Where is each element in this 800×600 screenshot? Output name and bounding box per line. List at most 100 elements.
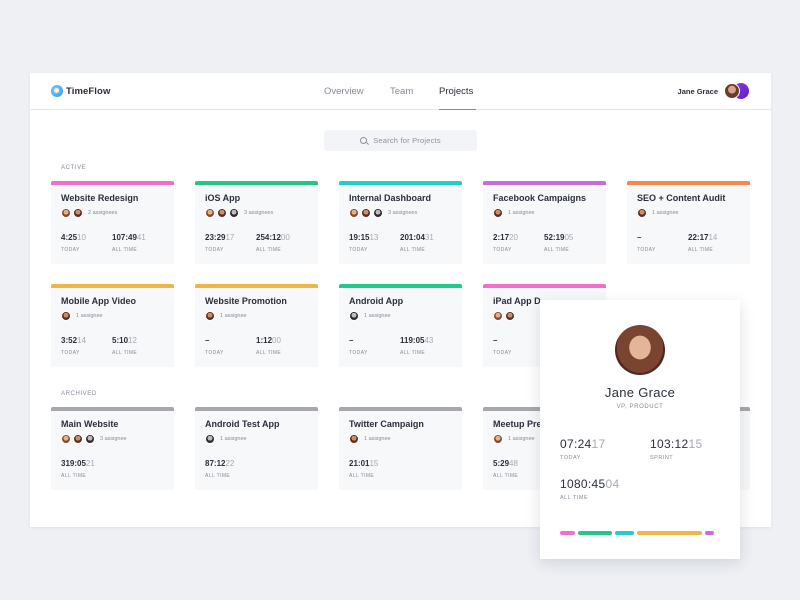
tab-projects[interactable]: Projects (439, 73, 476, 110)
all-time-value: 107:4941 (112, 233, 146, 242)
today-label: TODAY (205, 350, 224, 356)
today-stat: – TODAY (349, 336, 368, 356)
assignee-list: 1 assignee (349, 434, 391, 444)
tab-overview[interactable]: Overview (324, 73, 365, 110)
all-time-stat: 22:1714 ALL TIME (688, 233, 717, 253)
assignee-count: 1 assignee (220, 436, 247, 442)
project-title: Meetup Pre (493, 419, 542, 429)
all-time-stat: 5:1012 ALL TIME (112, 336, 137, 356)
project-color-bar (195, 181, 318, 185)
search-bar[interactable]: Search for Projects (324, 130, 477, 151)
assignee-avatar (85, 434, 95, 444)
project-title: Mobile App Video (61, 296, 137, 306)
assignee-avatar (637, 208, 647, 218)
top-header: TimeFlow Overview Team Projects Jane Gra… (30, 73, 771, 110)
assignee-avatar (349, 208, 359, 218)
assignee-avatar (217, 208, 227, 218)
all-time-label: ALL TIME (61, 473, 87, 479)
assignee-avatar (73, 208, 83, 218)
assignee-count: 1 assignee (508, 436, 535, 442)
profile-role: VP, PRODUCT (616, 404, 664, 410)
assignee-avatar (229, 208, 239, 218)
project-card[interactable]: Facebook Campaigns 1 assignee 2:1720 TOD… (483, 181, 606, 264)
user-avatar[interactable] (724, 83, 750, 100)
tab-team[interactable]: Team (390, 73, 414, 110)
today-value: – (637, 233, 642, 242)
archived-project-card[interactable]: Android Test App 1 assignee 87:1222 ALL … (195, 407, 318, 490)
all-time-label: ALL TIME (493, 473, 519, 479)
all-time-label: ALL TIME (112, 247, 138, 253)
breakdown-segment (615, 531, 634, 535)
project-color-bar (483, 284, 606, 288)
archived-project-card[interactable]: Main Website 3 assignee 319:0521 ALL TIM… (51, 407, 174, 490)
project-color-bar (483, 181, 606, 185)
today-label: TODAY (205, 247, 224, 253)
assignee-avatar (61, 311, 71, 321)
project-card[interactable]: Internal Dashboard 3 assignees 19:1513 T… (339, 181, 462, 264)
assignee-count: 1 assignee (508, 210, 535, 216)
project-card[interactable]: SEO + Content Audit 1 assignee – TODAY 2… (627, 181, 750, 264)
assignee-avatar (61, 434, 71, 444)
breakdown-segment (560, 531, 575, 535)
assignee-list: 3 assignees (205, 208, 273, 218)
assignee-count: 1 assignee (652, 210, 679, 216)
today-stat: 3:5214 TODAY (61, 336, 86, 356)
all-time-stat: 5:2948 ALL TIME (493, 459, 518, 479)
archived-project-card[interactable]: Twitter Campaign 1 assignee 21:0115 ALL … (339, 407, 462, 490)
section-label-archived: ARCHIVED (61, 391, 97, 397)
profile-stat-all-time: 1080:4504 ALL TIME (560, 477, 619, 501)
profile-all-time-label: ALL TIME (560, 495, 589, 501)
project-card[interactable]: Android App 1 assignee – TODAY 119:0543 … (339, 284, 462, 367)
project-card[interactable]: Mobile App Video 1 assignee 3:5214 TODAY… (51, 284, 174, 367)
search-input[interactable]: Search for Projects (373, 136, 441, 145)
project-card[interactable]: iOS App 3 assignees 23:2917 TODAY 254:12… (195, 181, 318, 264)
all-time-stat: 52:1905 ALL TIME (544, 233, 573, 253)
project-title: iPad App D (493, 296, 541, 306)
today-stat: 19:1513 TODAY (349, 233, 378, 253)
all-time-label: ALL TIME (205, 473, 231, 479)
assignee-avatar (361, 208, 371, 218)
section-label-active: ACTIVE (61, 165, 87, 171)
today-value: 4:2510 (61, 233, 86, 242)
today-label: TODAY (493, 247, 512, 253)
today-label: TODAY (637, 247, 656, 253)
assignee-avatar (205, 434, 215, 444)
assignee-list: 1 assignee (61, 311, 103, 321)
today-label: TODAY (61, 350, 80, 356)
all-time-stat: 201:0431 ALL TIME (400, 233, 434, 253)
all-time-stat: 254:1200 ALL TIME (256, 233, 290, 253)
assignee-avatar (373, 208, 383, 218)
user-menu[interactable]: Jane Grace (678, 83, 750, 100)
all-time-stat: 107:4941 ALL TIME (112, 233, 146, 253)
assignee-list: 3 assignee (61, 434, 127, 444)
all-time-label: ALL TIME (256, 247, 282, 253)
assignee-avatar (349, 434, 359, 444)
today-stat: – TODAY (637, 233, 656, 253)
all-time-value: 1:1200 (256, 336, 281, 345)
today-stat: – TODAY (205, 336, 224, 356)
profile-stat-sprint: 103:1215 SPRINT (650, 437, 702, 461)
today-value: 23:2917 (205, 233, 235, 242)
avatar (724, 83, 740, 99)
project-title: iOS App (205, 193, 241, 203)
project-title: SEO + Content Audit (637, 193, 726, 203)
profile-name: Jane Grace (604, 385, 676, 400)
project-color-bar (51, 284, 174, 288)
timeflow-logo-icon (51, 85, 63, 97)
all-time-label: ALL TIME (349, 473, 375, 479)
today-label: TODAY (349, 247, 368, 253)
today-value: 2:1720 (493, 233, 518, 242)
project-title: Facebook Campaigns (493, 193, 587, 203)
project-card[interactable]: Website Promotion 1 assignee – TODAY 1:1… (195, 284, 318, 367)
assignee-avatar (505, 311, 515, 321)
project-title: Internal Dashboard (349, 193, 432, 203)
today-stat: 23:2917 TODAY (205, 233, 234, 253)
assignee-avatar (493, 311, 503, 321)
profile-today-label: TODAY (560, 455, 581, 461)
project-card[interactable]: Website Redesign 2 assignees 4:2510 TODA… (51, 181, 174, 264)
all-time-value: 87:1222 (205, 459, 235, 468)
all-time-label: ALL TIME (544, 247, 570, 253)
project-color-bar (51, 181, 174, 185)
logo[interactable]: TimeFlow (51, 85, 110, 97)
profile-popover: Jane Grace VP, PRODUCT 07:2417 TODAY 103… (540, 300, 740, 559)
